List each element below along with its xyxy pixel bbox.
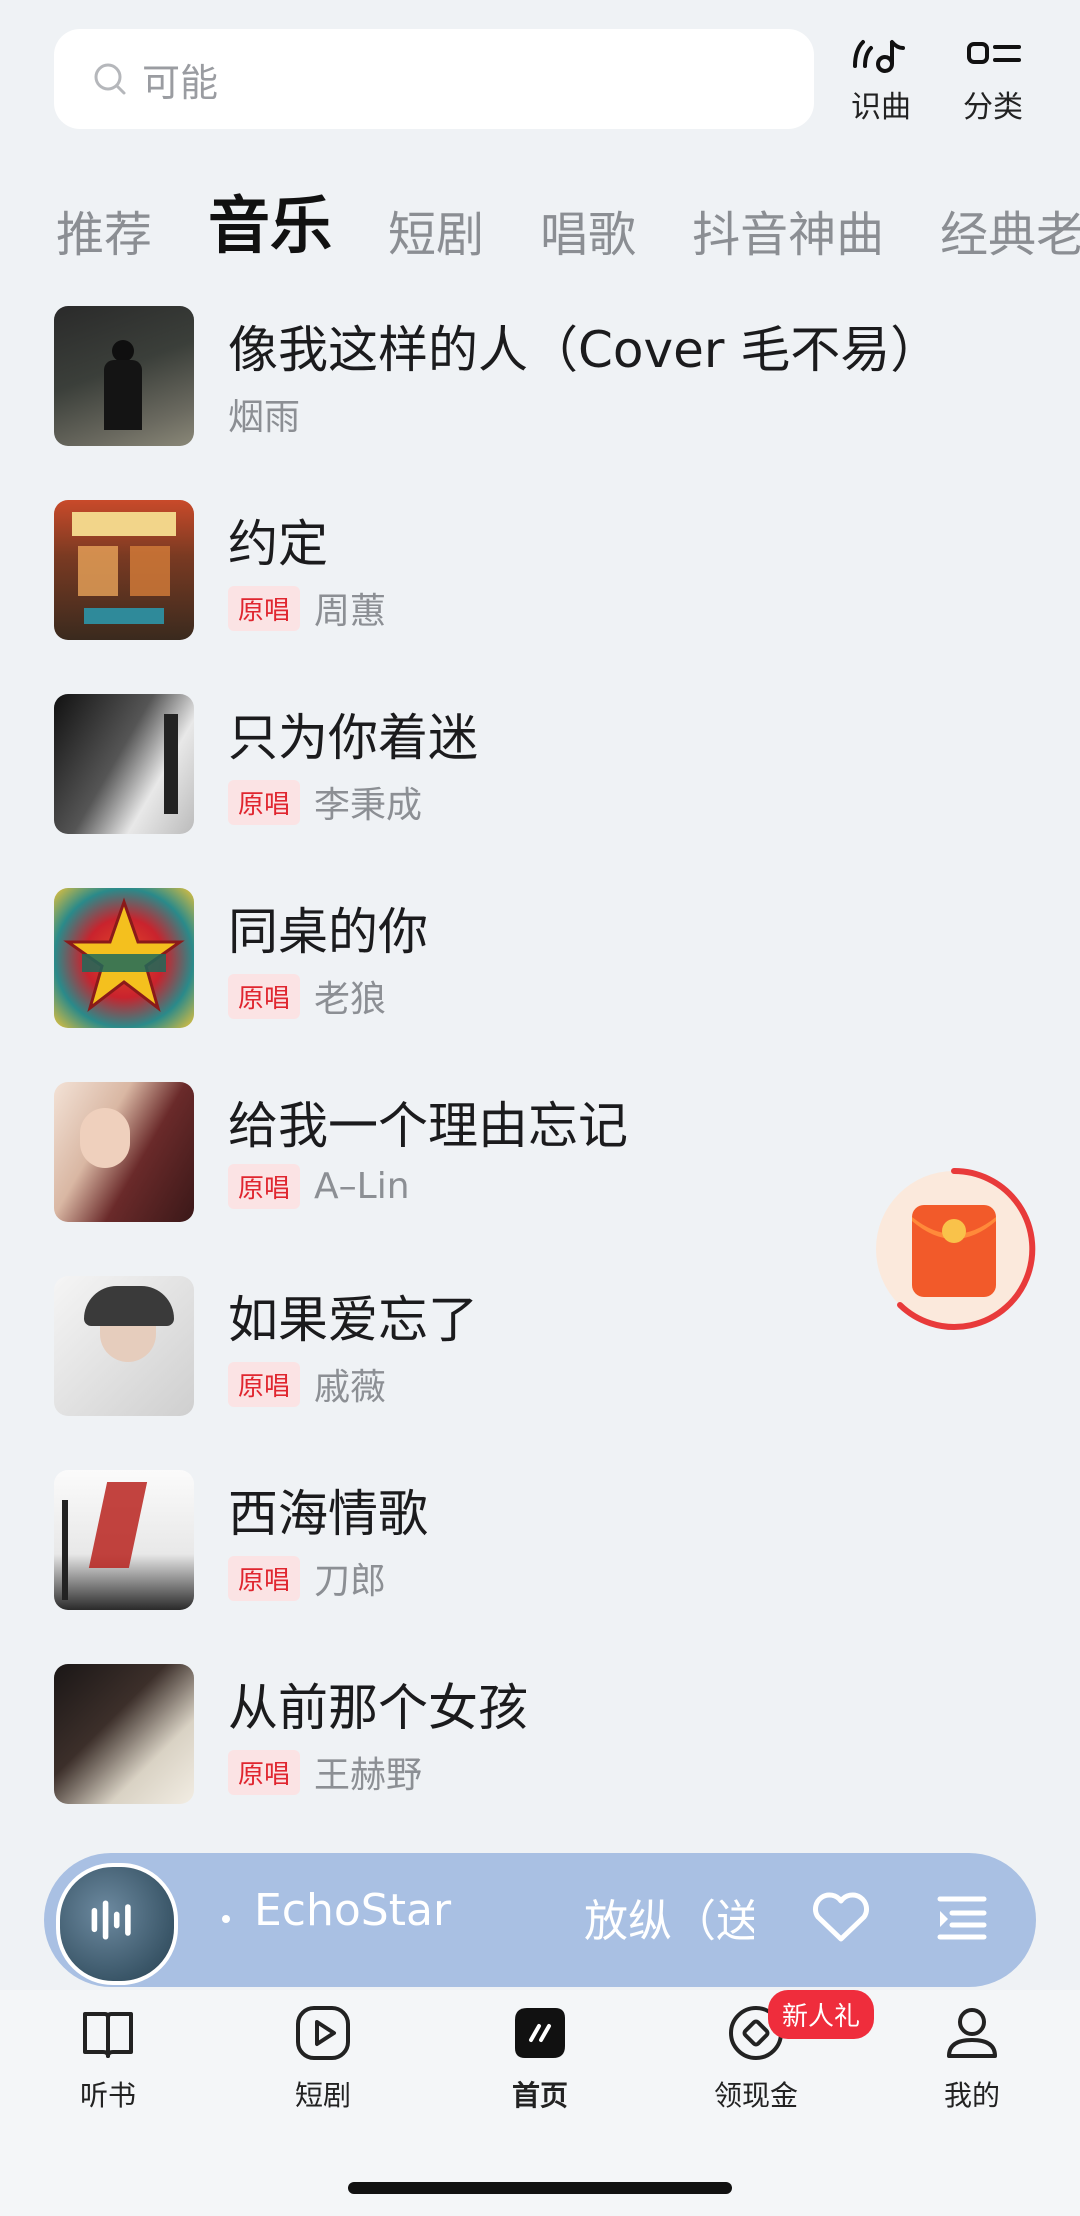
new-user-gift-badge: 新人礼 bbox=[768, 1990, 875, 2039]
artist-name: 李秉成 bbox=[314, 785, 423, 826]
identify-label: 识曲 bbox=[851, 90, 911, 125]
original-badge: 原唱 bbox=[228, 1164, 301, 1209]
artist-name: 王赫野 bbox=[314, 1755, 423, 1796]
album-disc[interactable] bbox=[56, 1863, 178, 1985]
album-cover bbox=[54, 694, 194, 834]
nav-audiobook[interactable]: 听书 bbox=[48, 2004, 168, 2114]
category-button[interactable]: 分类 bbox=[948, 36, 1038, 126]
original-badge: 原唱 bbox=[228, 779, 301, 825]
song-title: 如果爱忘了 bbox=[228, 1291, 478, 1349]
song-item[interactable]: 只为你着迷 原唱 李秉成 bbox=[54, 694, 1034, 834]
album-cover bbox=[54, 306, 194, 446]
nav-label: 首页 bbox=[511, 2079, 568, 2112]
original-badge: 原唱 bbox=[228, 1749, 301, 1795]
music-recognition-icon bbox=[853, 40, 905, 73]
artist-name: 刀郎 bbox=[314, 1561, 387, 1602]
playing-wave-icon bbox=[91, 1900, 131, 1940]
search-input[interactable]: 可能 bbox=[142, 52, 218, 107]
player-artist: EchoStar bbox=[254, 1885, 452, 1936]
separator-dot bbox=[222, 1915, 230, 1923]
identify-song-button[interactable]: 识曲 bbox=[836, 36, 926, 126]
song-title: 同桌的你 bbox=[228, 903, 428, 961]
original-badge: 原唱 bbox=[228, 585, 301, 631]
nav-label: 短剧 bbox=[294, 2079, 351, 2112]
tab-music[interactable]: 音乐 bbox=[208, 175, 332, 265]
book-icon bbox=[83, 2012, 133, 2058]
album-cover bbox=[54, 500, 194, 640]
song-item[interactable]: 像我这样的人（Cover 毛不易） 烟雨 bbox=[54, 306, 1034, 446]
home-app-icon bbox=[515, 2008, 565, 2058]
artist-name: 老狼 bbox=[314, 979, 387, 1020]
heart-icon[interactable] bbox=[812, 1891, 870, 1943]
song-title: 西海情歌 bbox=[228, 1485, 428, 1543]
red-packet-icon[interactable] bbox=[870, 1165, 1038, 1333]
nav-label: 我的 bbox=[943, 2079, 1000, 2112]
tab-classic[interactable]: 经典老 bbox=[940, 195, 1080, 265]
tab-recommend[interactable]: 推荐 bbox=[56, 195, 152, 265]
search-icon bbox=[94, 63, 126, 95]
album-cover bbox=[54, 1470, 194, 1610]
nav-label: 领现金 bbox=[713, 2079, 798, 2112]
original-badge: 原唱 bbox=[228, 1555, 301, 1601]
nav-label: 听书 bbox=[79, 2079, 136, 2112]
mini-player[interactable]: EchoStar 放纵（送 bbox=[44, 1853, 1036, 1987]
star-emblem-icon bbox=[63, 897, 185, 1012]
artist-name: 周蕙 bbox=[314, 591, 387, 632]
tab-douyin-hits[interactable]: 抖音神曲 bbox=[692, 195, 884, 265]
song-title: 像我这样的人（Cover 毛不易） bbox=[228, 321, 941, 379]
song-item[interactable]: 同桌的你 原唱 老狼 bbox=[54, 888, 1034, 1028]
song-title: 约定 bbox=[228, 515, 328, 573]
category-icon bbox=[967, 42, 1021, 64]
song-title: 只为你着迷 bbox=[228, 709, 478, 767]
home-indicator[interactable] bbox=[348, 2182, 732, 2194]
user-icon bbox=[947, 2008, 997, 2058]
album-cover bbox=[54, 888, 194, 1028]
nav-short-drama[interactable]: 短剧 bbox=[263, 2004, 383, 2114]
song-item[interactable]: 约定 原唱 周蕙 bbox=[54, 500, 1034, 640]
album-cover bbox=[54, 1276, 194, 1416]
song-item[interactable]: 西海情歌 原唱 刀郎 bbox=[54, 1470, 1034, 1610]
tab-sing[interactable]: 唱歌 bbox=[540, 195, 636, 265]
nav-profile[interactable]: 我的 bbox=[912, 2004, 1032, 2114]
original-badge: 原唱 bbox=[228, 973, 301, 1019]
artist-name: 戚薇 bbox=[314, 1367, 387, 1408]
playlist-icon[interactable] bbox=[936, 1893, 988, 1943]
artist-name: A–Lin bbox=[314, 1166, 410, 1207]
nav-home[interactable]: 首页 bbox=[480, 2004, 600, 2114]
original-badge: 原唱 bbox=[228, 1361, 301, 1407]
song-title: 给我一个理由忘记 bbox=[228, 1097, 628, 1155]
album-cover bbox=[54, 1082, 194, 1222]
song-title: 从前那个女孩 bbox=[228, 1679, 528, 1737]
song-item[interactable]: 从前那个女孩 原唱 王赫野 bbox=[54, 1664, 1034, 1804]
artist-name: 烟雨 bbox=[228, 397, 301, 438]
play-square-icon bbox=[296, 2006, 350, 2060]
category-tabs: 推荐 音乐 短剧 唱歌 抖音神曲 经典老 bbox=[56, 175, 1080, 265]
category-label: 分类 bbox=[963, 90, 1023, 125]
album-cover bbox=[54, 1664, 194, 1804]
search-bar[interactable]: 可能 bbox=[54, 29, 814, 129]
tab-short-drama[interactable]: 短剧 bbox=[388, 195, 484, 265]
